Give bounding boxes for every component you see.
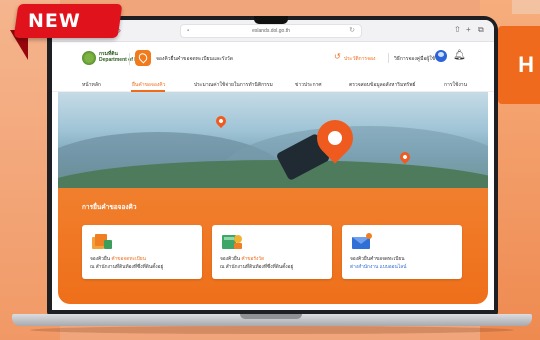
menu-item-book-queue[interactable]: ยื่นคำขอจองคิว xyxy=(132,81,165,89)
plus-icon[interactable]: + xyxy=(466,25,471,34)
background-letter: H xyxy=(518,52,534,77)
location-pin-icon xyxy=(213,113,229,129)
card-subtitle: ณ สำนักงานที่ดินท้องที่ซึ่งที่ดินตั้งอยู… xyxy=(220,265,294,270)
bell-icon[interactable]: 🔔︎ xyxy=(453,50,466,61)
document-stack-icon xyxy=(92,234,112,249)
menu-item-estimate-fees[interactable]: ประมาณค่าใช้จ่ายในการทำนิติกรรม xyxy=(194,81,273,89)
header-separator xyxy=(388,53,389,63)
envelope-icon xyxy=(352,233,372,249)
lock-icon: ▪ xyxy=(187,28,190,34)
card-subtitle: ณ สำนักงานที่ดินท้องที่ซึ่งที่ดินตั้งอยู… xyxy=(90,265,164,270)
menu-item-home[interactable]: หน้าหลัก xyxy=(82,81,101,89)
address-bar[interactable]: ▪ eslands.dol.go.th ↻ xyxy=(180,24,362,38)
laptop-notch xyxy=(254,16,288,24)
department-logo-icon[interactable] xyxy=(82,51,96,65)
card-subtitle: ต่างสำนักงาน แบบออนไลน์ xyxy=(350,265,407,270)
main-menu: หน้าหลัก ยื่นคำขอจองคิว ประมาณค่าใช้จ่าย… xyxy=(52,76,494,92)
panel-title: การยื่นคำขอจองคิว xyxy=(82,204,137,211)
hero-banner xyxy=(58,92,488,188)
app-name: จองคิวยื่นคำขอจดทะเบียนและรังวัด xyxy=(156,56,233,62)
header-divider xyxy=(129,53,130,65)
site-header: กรมที่ดิน Department of Lands จองคิวยื่น… xyxy=(52,42,494,76)
laptop-groove xyxy=(240,314,302,319)
card-survey-queue[interactable]: จองคิวยื่น คำขอรังวัด ณ สำนักงานที่ดินท้… xyxy=(212,225,332,279)
card-title: จองคิวยื่นคำขอจดทะเบียน xyxy=(350,257,405,262)
new-badge-label: NEW xyxy=(28,10,81,32)
app-logo-icon[interactable] xyxy=(135,50,151,66)
url-text: eslands.dol.go.th xyxy=(252,28,290,34)
booking-history-link[interactable]: ประวัติการจอง xyxy=(344,55,376,63)
menu-item-property-check[interactable]: ตรวจสอบข้อมูลอสังหาริมทรัพย์ xyxy=(349,81,415,89)
map-pin-icon xyxy=(136,51,150,64)
land-map-icon xyxy=(222,235,242,249)
history-icon[interactable]: ↺ xyxy=(334,52,341,61)
card-title: จองคิวยื่น คำขอจดทะเบียน xyxy=(90,257,146,262)
menu-item-usage[interactable]: การใช้งาน xyxy=(444,81,467,89)
card-title: จองคิวยื่น คำขอรังวัด xyxy=(220,257,265,262)
tabs-icon[interactable]: ⧉ xyxy=(478,25,484,35)
card-register-queue[interactable]: จองคิวยื่น คำขอจดทะเบียน ณ สำนักงานที่ดิ… xyxy=(82,225,202,279)
laptop-screen: ▭ ‹ › ▪ eslands.dol.go.th ↻ ⇧ + ⧉ กรมที่… xyxy=(52,20,494,310)
user-manual-link[interactable]: วิธีการจองคู่มือผู้ใช้ xyxy=(394,55,435,63)
queue-services-panel: การยื่นคำขอจองคิว จองคิวยื่น คำขอจดทะเบี… xyxy=(58,188,488,304)
reload-icon[interactable]: ↻ xyxy=(349,25,355,37)
share-icon[interactable]: ⇧ xyxy=(454,25,461,34)
user-icon[interactable] xyxy=(435,50,447,62)
card-online-register-queue[interactable]: จองคิวยื่นคำขอจดทะเบียน ต่างสำนักงาน แบบ… xyxy=(342,225,462,279)
menu-item-news[interactable]: ข่าวประกาศ xyxy=(295,81,322,89)
background-stripe xyxy=(512,0,540,14)
laptop-shadow xyxy=(30,326,514,334)
